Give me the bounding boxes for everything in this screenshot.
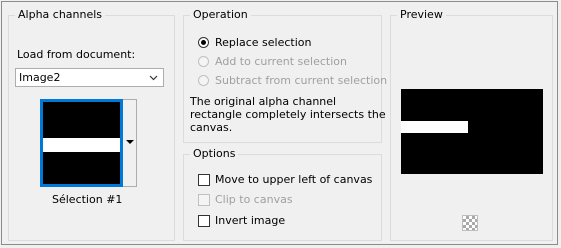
checkbox[interactable] xyxy=(198,215,210,227)
checkbox-invert-label[interactable]: Invert image xyxy=(215,214,285,228)
options-title: Options xyxy=(190,147,239,161)
checkbox[interactable] xyxy=(198,194,210,206)
checkbox-clip-label[interactable]: Clip to canvas xyxy=(215,193,293,207)
radio-subtract-label[interactable]: Subtract from current selection xyxy=(215,74,387,88)
alpha-channels-group: Alpha channels Load from document: Image… xyxy=(8,8,175,241)
radio-button[interactable] xyxy=(198,75,209,86)
document-select-value: Image2 xyxy=(19,71,61,84)
preview-group: Preview xyxy=(390,8,553,241)
channel-thumbnail-stripe xyxy=(43,138,120,152)
operation-title: Operation xyxy=(190,8,251,22)
radio-replace-label[interactable]: Replace selection xyxy=(215,36,311,50)
channel-thumbnail-image xyxy=(43,102,120,184)
channel-name-label: Sélection #1 xyxy=(52,193,123,206)
radio-add-label[interactable]: Add to current selection xyxy=(215,55,347,69)
dropdown-arrow-icon xyxy=(126,140,134,144)
checkbox[interactable] xyxy=(198,174,210,186)
operation-description-line-1: The original alpha channel xyxy=(190,95,337,108)
operation-description-line-3: canvas. xyxy=(190,121,233,134)
preview-image xyxy=(401,89,543,174)
operation-group: Operation Replace selection Add to curre… xyxy=(183,8,387,143)
options-group: Options Move to upper left of canvas Cli… xyxy=(183,147,382,241)
channel-dropdown-button[interactable] xyxy=(123,99,137,187)
alpha-channels-title: Alpha channels xyxy=(15,8,106,22)
radio-button[interactable] xyxy=(198,56,209,67)
radio-button[interactable] xyxy=(198,37,209,48)
document-select[interactable]: Image2 xyxy=(15,68,164,87)
chevron-down-icon xyxy=(149,75,158,81)
zoom-preview-icon[interactable] xyxy=(462,215,478,231)
operation-description-line-2: rectangle completely intersects the xyxy=(190,108,386,121)
radio-dot xyxy=(201,40,206,45)
load-from-document-label: Load from document: xyxy=(17,48,136,61)
checkbox-move-label[interactable]: Move to upper left of canvas xyxy=(215,173,372,187)
channel-thumbnail[interactable] xyxy=(40,99,123,187)
preview-title: Preview xyxy=(397,8,446,22)
preview-stripe xyxy=(401,121,468,133)
